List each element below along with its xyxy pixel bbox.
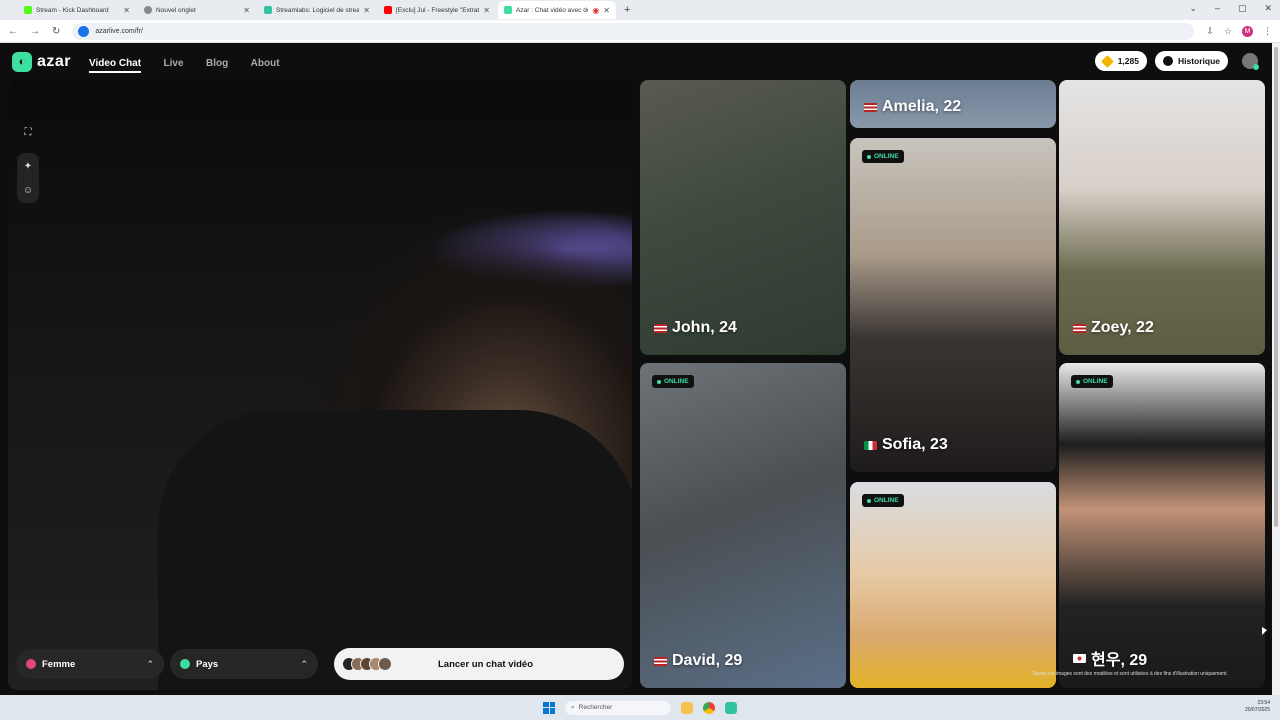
streamlabs-icon[interactable] (725, 701, 737, 714)
video-side-tools: ⛶ ✦ ☺ (15, 125, 41, 203)
streamlabs-favicon-icon (264, 6, 272, 14)
reload-icon[interactable]: ↻ (52, 26, 60, 37)
face-filter-icon[interactable]: ☺ (21, 183, 35, 197)
azar-page: ◐ azar Video Chat Live Blog About 1,285 … (0, 43, 1272, 695)
close-window-icon[interactable]: ✕ (1264, 3, 1272, 14)
main-nav: Video Chat Live Blog About (89, 53, 298, 73)
chrome-icon[interactable] (703, 701, 715, 714)
female-symbol-icon (26, 659, 36, 669)
new-tab-button[interactable]: + (624, 4, 630, 16)
file-explorer-icon[interactable] (681, 701, 693, 714)
azar-logo-icon: ◐ (12, 51, 32, 72)
gem-icon (1100, 54, 1114, 68)
bookmark-star-icon[interactable]: ☆ (1224, 26, 1232, 37)
avatar-stack (342, 657, 392, 671)
us-flag-icon (654, 656, 667, 666)
gender-filter-button[interactable]: Femme ⌃ (16, 649, 164, 679)
recording-indicator-icon: ◉ (592, 5, 600, 15)
system-clock[interactable]: 23:54 20/07/2025 (1245, 700, 1270, 714)
menu-dots-icon[interactable]: ⋮ (1263, 26, 1272, 37)
self-video-feed (8, 80, 632, 690)
profile-card-sofia: ONLINE Sofia, 23 (850, 138, 1056, 472)
expand-icon[interactable]: ⛶ (21, 125, 35, 139)
nav-video-chat[interactable]: Video Chat (89, 57, 142, 73)
windows-start-icon[interactable] (543, 701, 555, 714)
tab-azar[interactable]: Azar : Chat vidéo avec de n... ◉ ✕ (498, 1, 616, 19)
profile-card-amelia: Amelia, 22 (850, 80, 1056, 128)
profile-card-zoey: Zoey, 22 (1059, 80, 1265, 355)
minimize-icon[interactable]: – (1215, 3, 1220, 14)
url-field[interactable]: azarlive.com/fr/ (72, 22, 1195, 40)
site-header: ◐ azar Video Chat Live Blog About 1,285 … (0, 43, 1272, 80)
forward-arrow-icon[interactable]: → (30, 26, 40, 37)
close-tab-icon[interactable]: ✕ (363, 6, 370, 15)
close-tab-icon[interactable]: ✕ (243, 6, 250, 15)
profile-card-john: John, 24 (640, 80, 846, 355)
us-flag-icon (1073, 323, 1086, 333)
nav-blog[interactable]: Blog (206, 58, 228, 69)
window-controls: ⌄ – ▢ ✕ (1189, 3, 1272, 14)
browser-tab-bar: Stream - Kick Dashboard ✕ Nouvel onglet … (0, 0, 1280, 20)
us-flag-icon (864, 102, 877, 112)
chevron-up-icon: ⌃ (300, 658, 308, 669)
globe-icon (180, 659, 190, 669)
address-bar: ← → ↻ azarlive.com/fr/ ⇩ ☆ M ⋮ (0, 20, 1280, 43)
profile-avatar-icon[interactable]: M (1242, 25, 1253, 37)
nav-live[interactable]: Live (164, 58, 184, 69)
profile-card-unnamed: ONLINE (850, 482, 1056, 688)
clock-icon (1162, 56, 1173, 66)
youtube-favicon-icon (384, 6, 392, 14)
nav-about[interactable]: About (251, 58, 280, 69)
azar-logo[interactable]: ◐ azar (12, 51, 71, 72)
history-button[interactable]: Historique (1154, 51, 1228, 71)
gems-button[interactable]: 1,285 (1094, 51, 1147, 71)
profile-card-david: ONLINE David, 29 (640, 363, 846, 688)
scrollbar-thumb[interactable] (1274, 47, 1278, 527)
back-arrow-icon[interactable]: ← (8, 26, 18, 37)
chevron-down-icon[interactable]: ⌄ (1189, 3, 1197, 14)
azar-favicon-icon (504, 6, 512, 14)
tab-kick-dashboard[interactable]: Stream - Kick Dashboard ✕ (18, 1, 136, 19)
close-tab-icon[interactable]: ✕ (483, 6, 490, 15)
new-tab-favicon-icon (144, 6, 152, 14)
us-flag-icon (654, 323, 667, 333)
page-scrollbar[interactable] (1272, 43, 1280, 695)
site-info-icon[interactable] (78, 25, 90, 37)
close-tab-icon[interactable]: ✕ (123, 6, 130, 15)
kick-favicon-icon (24, 6, 32, 14)
sparkle-effects-icon[interactable]: ✦ (21, 159, 35, 173)
tab-new-tab[interactable]: Nouvel onglet ✕ (138, 1, 256, 19)
tab-streamlabs[interactable]: Streamlabs: Logiciel de stream... ✕ (258, 1, 376, 19)
close-tab-icon[interactable]: ✕ (603, 6, 610, 15)
start-video-chat-button[interactable]: Lancer un chat vidéo (334, 648, 624, 680)
search-icon: ⌕ (571, 703, 575, 711)
chevron-up-icon: ⌃ (146, 658, 154, 669)
mouse-cursor (1262, 627, 1267, 635)
korea-flag-icon (1073, 653, 1086, 663)
install-app-icon[interactable]: ⇩ (1206, 26, 1214, 37)
profile-card-hyunwoo: ONLINE 현우, 29 (1059, 363, 1265, 688)
italy-flag-icon (864, 440, 877, 450)
taskbar-search[interactable]: ⌕ Rechercher (565, 700, 671, 715)
windows-taskbar: ⌕ Rechercher 23:54 20/07/2025 (0, 695, 1280, 720)
maximize-icon[interactable]: ▢ (1238, 3, 1247, 14)
tab-youtube-jul[interactable]: [Exclu] Jul - Freestyle "Extraterr... ✕ (378, 1, 496, 19)
user-avatar-icon[interactable] (1242, 53, 1259, 70)
country-filter-button[interactable]: Pays ⌃ (170, 649, 318, 679)
